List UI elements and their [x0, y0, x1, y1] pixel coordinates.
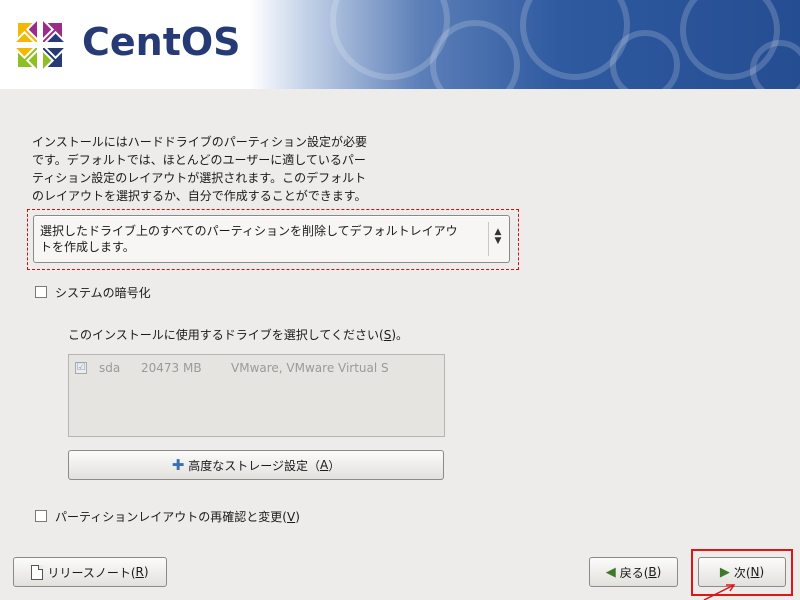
- plus-icon: ✚: [171, 456, 185, 474]
- drive-checkbox[interactable]: ☑: [75, 362, 87, 374]
- review-layout-checkbox[interactable]: [35, 510, 47, 522]
- intro-line: インストールにはハードドライブのパーティション設定が必要: [32, 135, 368, 149]
- release-notes-button[interactable]: リリースノート(R): [13, 557, 167, 587]
- intro-line: です。デフォルトでは、ほとんどのユーザーに適しているパー: [32, 153, 366, 167]
- drive-size: 20473 MB: [141, 361, 202, 375]
- arrow-down-icon: ▼: [494, 236, 502, 246]
- centos-logo-text: CentOS: [82, 20, 241, 64]
- drive-select-label: このインストールに使用するドライブを選択してください(S)。: [68, 328, 409, 342]
- intro-line: ティション設定のレイアウトが選択されます。このデフォルト: [32, 171, 367, 185]
- intro-line: のレイアウトを選択するか、自分で作成することができます。: [32, 189, 367, 203]
- partition-layout-selected-value: 選択したドライブ上のすべてのパーティションを削除してデフォルトレイアウ トを作成…: [40, 223, 488, 255]
- review-layout-label[interactable]: パーティションレイアウトの再確認と変更(V): [55, 508, 300, 525]
- updown-arrow-icon: ▲ ▼: [493, 228, 503, 246]
- encrypt-system-label[interactable]: システムの暗号化: [55, 284, 151, 301]
- back-button[interactable]: ◀ 戻る(B): [589, 557, 678, 587]
- arrow-left-icon: ◀: [605, 564, 616, 580]
- drive-model: VMware, VMware Virtual S: [231, 361, 389, 375]
- header-banner: CentOS: [0, 0, 800, 89]
- document-icon: [31, 564, 44, 580]
- advanced-storage-button[interactable]: ✚ 高度なストレージ設定（ A）: [68, 450, 444, 480]
- encrypt-system-checkbox[interactable]: [35, 286, 47, 298]
- drive-list[interactable]: ☑ sda 20473 MB VMware, VMware Virtual S: [68, 354, 445, 437]
- intro-text: インストールにはハードドライブのパーティション設定が必要 です。デフォルトでは、…: [32, 133, 412, 205]
- partition-layout-select[interactable]: 選択したドライブ上のすべてのパーティションを削除してデフォルトレイアウ トを作成…: [33, 215, 510, 263]
- drive-name: sda: [99, 361, 121, 375]
- combo-line: トを作成します。: [40, 240, 135, 254]
- combo-separator: [488, 222, 489, 256]
- annotation-arrow-icon: [703, 584, 736, 600]
- centos-logo-icon: [10, 15, 70, 75]
- combo-line: 選択したドライブ上のすべてのパーティションを削除してデフォルトレイアウ: [40, 224, 458, 238]
